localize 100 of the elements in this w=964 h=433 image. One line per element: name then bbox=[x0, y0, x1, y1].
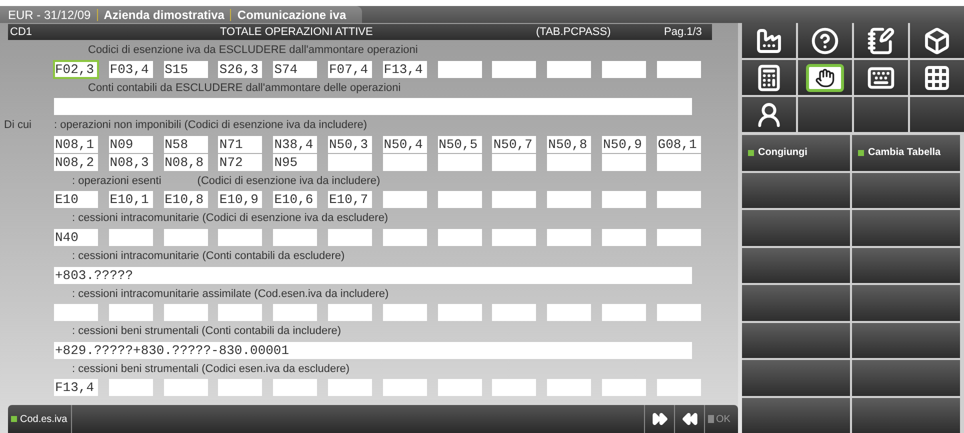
function-button[interactable] bbox=[742, 360, 850, 396]
tab[interactable]: EUR - 31/12/09 Azienda dimostrativa Comunicazione iva bbox=[0, 6, 362, 23]
input-field[interactable]: +803.????? bbox=[54, 266, 692, 284]
input-field[interactable] bbox=[164, 379, 208, 396]
input-field[interactable] bbox=[108, 304, 153, 322]
input-field[interactable]: F07,4 bbox=[328, 60, 372, 78]
input-field[interactable] bbox=[108, 228, 153, 246]
function-button[interactable] bbox=[852, 322, 960, 358]
input-field[interactable]: N50,7 bbox=[492, 136, 536, 153]
input-field[interactable]: N08,1 bbox=[54, 136, 98, 153]
input-field[interactable] bbox=[656, 154, 701, 171]
toolbar-button[interactable] bbox=[854, 60, 908, 95]
input-field[interactable]: N50,9 bbox=[602, 136, 646, 153]
input-field[interactable]: N08,2 bbox=[54, 154, 98, 171]
toolbar-button[interactable] bbox=[742, 60, 796, 95]
input-field[interactable]: E10,9 bbox=[218, 191, 262, 208]
input-field[interactable] bbox=[438, 60, 482, 78]
toolbar-button[interactable] bbox=[910, 60, 964, 95]
input-field[interactable] bbox=[382, 154, 427, 171]
function-button[interactable]: Cambia Tabella bbox=[852, 135, 960, 170]
input-field[interactable] bbox=[656, 191, 701, 208]
function-button[interactable] bbox=[742, 210, 850, 246]
function-button[interactable] bbox=[742, 285, 850, 320]
input-field[interactable] bbox=[438, 228, 482, 246]
input-field[interactable]: N50,3 bbox=[328, 136, 372, 153]
toolbar-button[interactable] bbox=[742, 23, 796, 58]
function-button[interactable] bbox=[742, 248, 850, 283]
input-field[interactable] bbox=[492, 60, 536, 78]
input-field[interactable] bbox=[602, 60, 646, 78]
function-button[interactable] bbox=[852, 248, 960, 283]
input-field[interactable] bbox=[602, 379, 646, 396]
input-field[interactable]: S74 bbox=[273, 60, 318, 78]
input-field[interactable] bbox=[164, 228, 208, 246]
toolbar-button[interactable] bbox=[854, 23, 908, 58]
input-field[interactable]: F13,4 bbox=[54, 379, 98, 396]
input-field[interactable]: S26,3 bbox=[218, 60, 262, 78]
input-field[interactable] bbox=[328, 304, 372, 322]
input-field[interactable] bbox=[547, 228, 592, 246]
input-field[interactable] bbox=[328, 154, 372, 171]
function-button[interactable]: Congiungi bbox=[742, 135, 850, 170]
function-button[interactable] bbox=[742, 322, 850, 358]
input-field[interactable]: F13,4 bbox=[382, 60, 427, 78]
input-field[interactable] bbox=[273, 379, 318, 396]
input-field[interactable] bbox=[382, 228, 427, 246]
function-button[interactable] bbox=[852, 285, 960, 320]
input-field[interactable] bbox=[438, 304, 482, 322]
toolbar-button[interactable] bbox=[798, 60, 852, 95]
input-field[interactable]: E10,6 bbox=[273, 191, 318, 208]
input-field[interactable]: E10,1 bbox=[108, 191, 153, 208]
input-field[interactable] bbox=[54, 304, 98, 322]
input-field[interactable] bbox=[492, 191, 536, 208]
input-field[interactable] bbox=[438, 379, 482, 396]
toolbar-button[interactable] bbox=[910, 23, 964, 58]
function-button[interactable] bbox=[852, 172, 960, 208]
input-field[interactable] bbox=[492, 304, 536, 322]
input-field[interactable] bbox=[656, 304, 701, 322]
function-button[interactable]: Cod.es.iva bbox=[8, 405, 72, 433]
input-field[interactable]: N50,5 bbox=[438, 136, 482, 153]
input-field[interactable] bbox=[656, 379, 701, 396]
input-field[interactable] bbox=[656, 60, 701, 78]
input-field[interactable]: E10 bbox=[54, 191, 98, 208]
input-field[interactable] bbox=[547, 154, 592, 171]
input-field[interactable] bbox=[438, 191, 482, 208]
input-field[interactable]: E10,7 bbox=[328, 191, 372, 208]
input-field[interactable] bbox=[602, 154, 646, 171]
input-field[interactable] bbox=[54, 98, 692, 116]
function-button[interactable] bbox=[852, 210, 960, 246]
input-field[interactable] bbox=[438, 154, 482, 171]
input-field[interactable] bbox=[602, 191, 646, 208]
input-field[interactable]: N71 bbox=[218, 136, 262, 153]
input-field[interactable]: N38,4 bbox=[273, 136, 318, 153]
input-field[interactable]: +829.?????+830.?????-830.00001 bbox=[54, 342, 692, 359]
input-field[interactable] bbox=[382, 191, 427, 208]
input-field[interactable]: S15 bbox=[164, 60, 208, 78]
input-field[interactable] bbox=[328, 379, 372, 396]
input-field[interactable] bbox=[492, 228, 536, 246]
input-field[interactable]: N50,8 bbox=[547, 136, 592, 153]
input-field[interactable]: N40 bbox=[54, 228, 98, 246]
input-field[interactable]: N08,8 bbox=[164, 154, 208, 171]
input-field[interactable] bbox=[547, 304, 592, 322]
toolbar-button[interactable] bbox=[798, 23, 852, 58]
input-field[interactable]: N08,3 bbox=[108, 154, 153, 171]
input-field[interactable]: N50,4 bbox=[382, 136, 427, 153]
input-field[interactable] bbox=[164, 304, 208, 322]
input-field[interactable] bbox=[656, 228, 701, 246]
input-field[interactable] bbox=[602, 228, 646, 246]
input-field[interactable] bbox=[547, 60, 592, 78]
input-field[interactable] bbox=[547, 379, 592, 396]
function-button[interactable] bbox=[742, 172, 850, 208]
function-button[interactable] bbox=[852, 398, 960, 433]
input-field[interactable] bbox=[328, 228, 372, 246]
input-field[interactable]: N72 bbox=[218, 154, 262, 171]
input-field[interactable] bbox=[492, 379, 536, 396]
input-field[interactable] bbox=[273, 304, 318, 322]
input-field[interactable]: F03,4 bbox=[108, 60, 153, 78]
input-field[interactable] bbox=[108, 379, 153, 396]
input-field[interactable] bbox=[492, 154, 536, 171]
input-field[interactable] bbox=[273, 228, 318, 246]
input-field[interactable] bbox=[218, 304, 262, 322]
input-field[interactable]: N09 bbox=[108, 136, 153, 153]
